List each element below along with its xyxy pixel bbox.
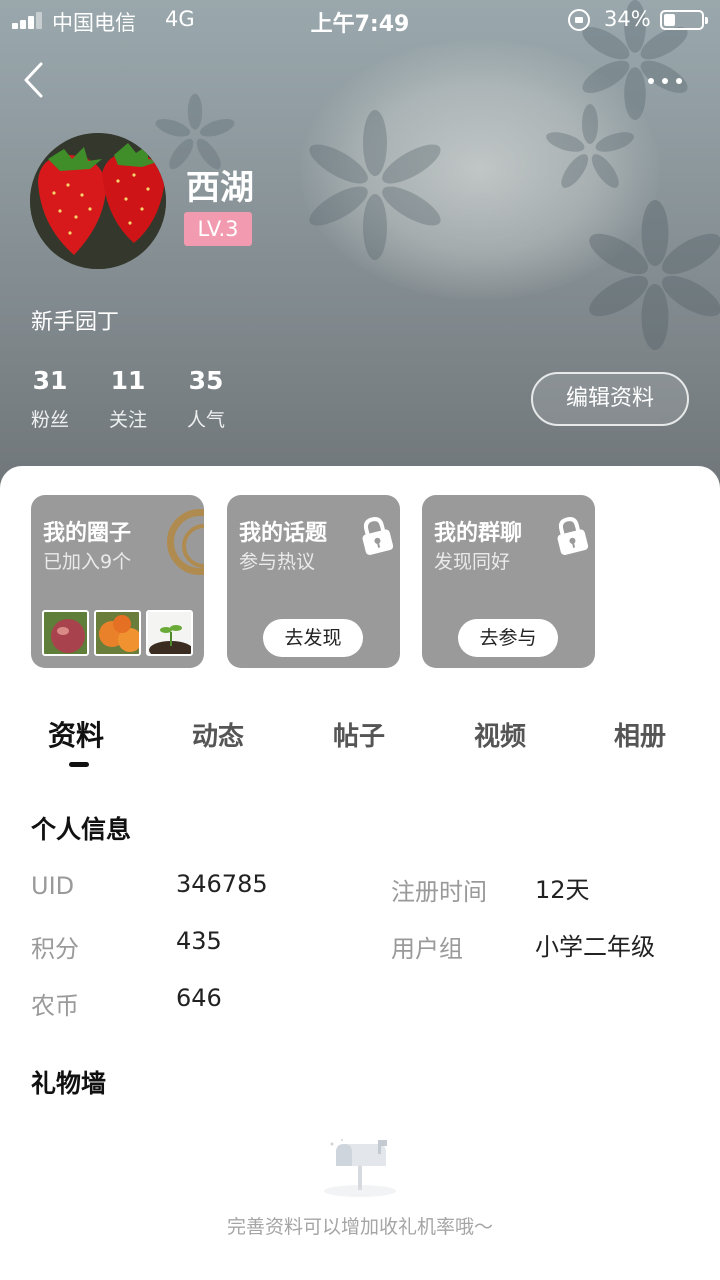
chevron-left-icon xyxy=(24,62,43,98)
card-my-topics[interactable]: 我的话题 参与热议 去发现 xyxy=(227,495,400,668)
card-subtitle: 已加入9个 xyxy=(43,551,132,573)
info-label-register-time: 注册时间 xyxy=(391,878,487,906)
active-tab-indicator xyxy=(69,762,89,767)
avatar[interactable] xyxy=(30,133,166,269)
rotation-lock-icon xyxy=(568,9,590,31)
discover-button[interactable]: 去发现 xyxy=(263,619,363,657)
battery-icon xyxy=(660,10,708,30)
stat-following[interactable]: 11 关注 xyxy=(88,366,168,432)
info-value-register-time: 12天 xyxy=(535,876,590,904)
edit-profile-button[interactable]: 编辑资料 xyxy=(531,372,689,426)
battery-percent: 34% xyxy=(604,7,651,31)
circle-thumbnail-apricot[interactable] xyxy=(94,610,141,656)
back-button[interactable] xyxy=(16,58,56,102)
lock-icon xyxy=(362,517,394,556)
card-my-group-chats[interactable]: 我的群聊 发现同好 去参与 xyxy=(422,495,595,668)
stat-label: 关注 xyxy=(108,409,147,431)
info-value-points: 435 xyxy=(176,927,222,955)
info-label-points: 积分 xyxy=(31,935,79,963)
section-title-gift-wall: 礼物墙 xyxy=(31,1069,107,1098)
card-subtitle: 参与热议 xyxy=(239,551,316,573)
strawberry-avatar-image xyxy=(30,133,166,269)
background-flower-decoration xyxy=(309,110,441,260)
info-label-coins: 农币 xyxy=(31,992,79,1020)
stat-followers[interactable]: 31 粉丝 xyxy=(10,366,90,432)
tab-albums[interactable]: 相册 xyxy=(614,716,666,753)
lock-icon xyxy=(557,517,589,556)
info-value-coins: 646 xyxy=(176,984,222,1012)
circle-ring-icon xyxy=(167,509,204,575)
stat-value: 35 xyxy=(188,366,224,395)
card-title: 我的话题 xyxy=(239,521,328,546)
tab-profile-info[interactable]: 资料 xyxy=(48,714,104,754)
user-title: 新手园丁 xyxy=(31,310,120,335)
status-bar: 中国电信 4G 上午7:49 34% xyxy=(0,0,720,40)
tab-activity[interactable]: 动态 xyxy=(192,716,244,753)
gift-wall-empty-text: 完善资料可以增加收礼机率哦～ xyxy=(226,1216,493,1238)
tab-posts[interactable]: 帖子 xyxy=(333,716,385,753)
circle-thumbnail-peach[interactable] xyxy=(42,610,89,656)
stat-label: 人气 xyxy=(186,409,225,431)
more-button[interactable] xyxy=(640,66,690,96)
join-button[interactable]: 去参与 xyxy=(458,619,558,657)
card-my-circles[interactable]: 我的圈子 已加入9个 xyxy=(31,495,204,668)
circle-thumbnail-seedling[interactable] xyxy=(146,610,193,656)
background-flower-decoration xyxy=(546,104,634,188)
tab-videos[interactable]: 视频 xyxy=(474,716,526,753)
level-badge: LV.3 xyxy=(184,212,252,246)
stat-value: 31 xyxy=(32,366,68,395)
mailbox-icon xyxy=(324,1139,396,1197)
stat-label: 粉丝 xyxy=(30,409,69,431)
background-flower-decoration xyxy=(589,200,720,350)
info-label-user-group: 用户组 xyxy=(391,935,463,963)
info-value-uid: 346785 xyxy=(176,870,268,898)
info-label-uid: UID xyxy=(31,872,75,900)
card-subtitle: 发现同好 xyxy=(434,551,511,573)
username: 西湖 xyxy=(186,168,254,208)
section-title-personal-info: 个人信息 xyxy=(31,815,132,844)
card-title: 我的圈子 xyxy=(43,521,132,546)
stat-value: 11 xyxy=(110,366,146,395)
card-title: 我的群聊 xyxy=(434,521,523,546)
stat-popularity[interactable]: 35 人气 xyxy=(166,366,246,432)
info-value-user-group: 小学二年级 xyxy=(535,933,655,961)
